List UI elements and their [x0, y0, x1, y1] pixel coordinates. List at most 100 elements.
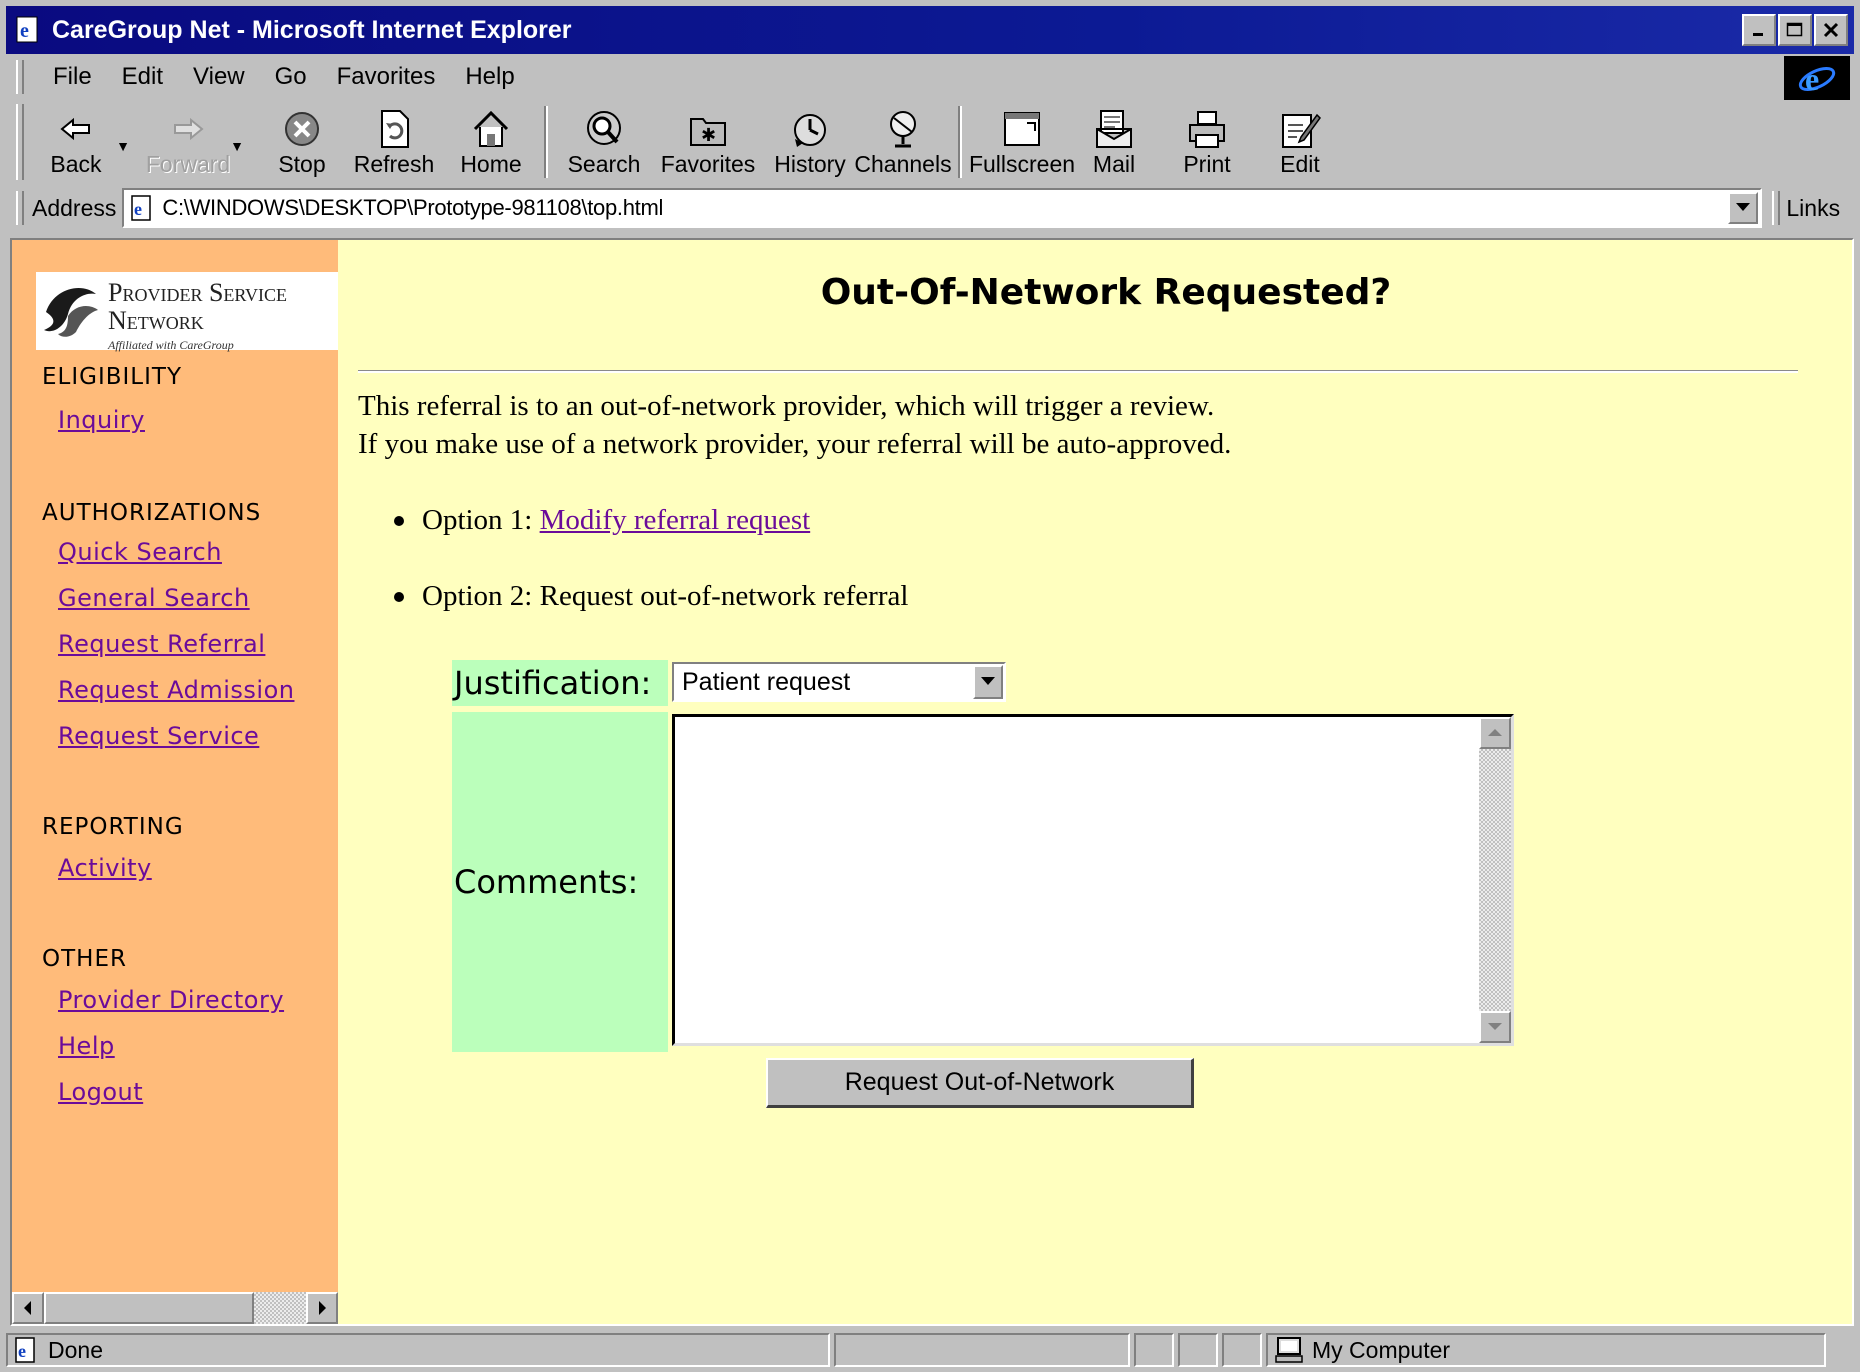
status-cell: [1178, 1333, 1218, 1367]
links-grip[interactable]: [1772, 191, 1781, 225]
comments-label: Comments:: [452, 712, 668, 1052]
window-titlebar[interactable]: e CareGroup Net - Microsoft Internet Exp…: [6, 6, 1854, 54]
edit-pencil-icon: [1282, 113, 1321, 148]
toolbar-grip[interactable]: [16, 104, 24, 180]
sidebar-link-help[interactable]: Help: [58, 1032, 115, 1060]
menu-file[interactable]: File: [38, 63, 107, 91]
print-button[interactable]: Print: [1154, 100, 1260, 184]
scroll-down-button[interactable]: [1479, 1011, 1511, 1043]
option-1-item: Option 1: Modify referral request: [394, 504, 810, 537]
provider-service-network-logo: Provider Service Network Affiliated with…: [36, 272, 338, 352]
edit-button[interactable]: Edit: [1260, 100, 1340, 184]
comments-vertical-scrollbar[interactable]: [1479, 717, 1511, 1043]
favorites-folder-icon: ✱: [690, 118, 726, 146]
sidebar-link-request-service[interactable]: Request Service: [58, 722, 259, 750]
menu-bar: File Edit View Go Favorites Help e: [6, 56, 1854, 100]
menubar-grip[interactable]: [16, 60, 24, 94]
other-heading: OTHER: [42, 946, 127, 972]
sidebar-link-provider-directory[interactable]: Provider Directory: [58, 986, 284, 1014]
search-button[interactable]: Search: [556, 100, 652, 184]
ie-page-icon: e: [16, 16, 38, 43]
sidebar-link-request-referral[interactable]: Request Referral: [58, 630, 265, 658]
favorites-button[interactable]: ✱ Favorites: [652, 100, 764, 184]
bullet-icon: [394, 591, 404, 602]
status-cell: [1222, 1333, 1262, 1367]
fullscreen-button[interactable]: Fullscreen: [969, 100, 1075, 184]
addressbar-grip[interactable]: [16, 191, 24, 225]
page-icon: e: [131, 195, 152, 221]
chevron-down-icon: [1736, 203, 1751, 211]
ie-logo-icon: e: [1798, 61, 1836, 97]
menu-edit[interactable]: Edit: [107, 63, 178, 91]
mail-button[interactable]: Mail: [1074, 100, 1154, 184]
address-label: Address: [32, 194, 117, 221]
menu-go[interactable]: Go: [260, 63, 322, 91]
status-cell: [1134, 1333, 1174, 1367]
page-title: Out-Of-Network Requested?: [820, 272, 1392, 313]
chevron-down-icon: [981, 677, 995, 685]
forward-button[interactable]: Forward ▼: [146, 100, 244, 184]
refresh-button[interactable]: Refresh: [342, 100, 446, 184]
maximize-button[interactable]: [1778, 14, 1812, 46]
arrow-left-icon: [24, 1301, 31, 1315]
address-dropdown-button[interactable]: [1728, 192, 1759, 224]
search-globe-icon: [587, 111, 621, 145]
close-button[interactable]: [1814, 14, 1848, 46]
ie-page-icon: e: [15, 1337, 35, 1363]
sidebar-frame: Provider Service Network Affiliated with…: [12, 240, 338, 1324]
justification-dropdown-button[interactable]: [973, 665, 1003, 699]
my-computer-icon: [1275, 1337, 1303, 1363]
menu-favorites[interactable]: Favorites: [322, 63, 451, 91]
sidebar-link-logout[interactable]: Logout: [58, 1078, 143, 1106]
minimize-button[interactable]: [1742, 14, 1776, 46]
window-title: CareGroup Net - Microsoft Internet Explo…: [52, 15, 572, 44]
back-arrow-icon: [60, 117, 90, 141]
main-frame: Out-Of-Network Requested? This referral …: [338, 240, 1852, 1324]
home-button[interactable]: Home: [446, 100, 536, 184]
scroll-up-button[interactable]: [1479, 717, 1511, 749]
psn-swoosh-logo-icon: [44, 288, 98, 337]
sidebar-link-request-admission[interactable]: Request Admission: [58, 676, 294, 704]
maximize-icon: [1786, 22, 1803, 37]
forward-arrow-icon: [174, 117, 204, 141]
sidebar-link-inquiry[interactable]: Inquiry: [58, 406, 145, 434]
svg-text:e: e: [134, 199, 142, 219]
links-button[interactable]: Links: [1786, 195, 1840, 222]
scrollbar-track[interactable]: [254, 1292, 306, 1324]
history-icon: [794, 114, 826, 147]
svg-text:e: e: [20, 20, 29, 42]
forward-dropdown-icon[interactable]: ▼: [230, 138, 244, 154]
refresh-icon: [381, 110, 409, 148]
fullscreen-icon: [1004, 112, 1040, 146]
justification-select[interactable]: Patient request: [672, 662, 1006, 702]
sidebar-link-quick-search[interactable]: Quick Search: [58, 538, 222, 566]
sidebar-link-general-search[interactable]: General Search: [58, 584, 250, 612]
address-input[interactable]: e C:\WINDOWS\DESKTOP\Prototype-981108\to…: [122, 188, 1763, 228]
scroll-right-button[interactable]: [306, 1292, 338, 1324]
history-button[interactable]: History: [764, 100, 856, 184]
stop-button[interactable]: Stop: [262, 100, 342, 184]
scroll-left-button[interactable]: [12, 1292, 44, 1324]
scrollbar-thumb[interactable]: [44, 1292, 254, 1324]
comments-textarea[interactable]: [672, 714, 1514, 1046]
request-out-of-network-button[interactable]: Request Out-of-Network: [766, 1058, 1194, 1108]
eligibility-heading: ELIGIBILITY: [42, 364, 182, 390]
arrow-down-icon: [1488, 1023, 1502, 1030]
menu-help[interactable]: Help: [450, 63, 529, 91]
address-bar: Address e C:\WINDOWS\DESKTOP\Prototype-9…: [6, 186, 1854, 230]
address-url: C:\WINDOWS\DESKTOP\Prototype-981108\top.…: [162, 195, 664, 220]
authorizations-heading: AUTHORIZATIONS: [42, 500, 262, 526]
justification-label: Justification:: [452, 660, 668, 706]
sidebar-horizontal-scrollbar[interactable]: [12, 1292, 338, 1324]
channels-button[interactable]: Channels: [854, 100, 952, 184]
back-button[interactable]: Back ▼: [38, 100, 130, 184]
modify-referral-link[interactable]: Modify referral request: [540, 504, 811, 537]
svg-text:e: e: [1805, 61, 1819, 97]
menu-view[interactable]: View: [178, 63, 260, 91]
ie-throbber-logo: e: [1784, 56, 1850, 100]
sidebar-link-activity[interactable]: Activity: [58, 854, 152, 882]
standard-toolbar: Back ▼ Forward ▼ Stop Refresh Home Searc…: [6, 100, 1854, 184]
browser-content: Provider Service Network Affiliated with…: [10, 238, 1854, 1326]
back-dropdown-icon[interactable]: ▼: [116, 138, 130, 154]
arrow-right-icon: [319, 1301, 326, 1315]
